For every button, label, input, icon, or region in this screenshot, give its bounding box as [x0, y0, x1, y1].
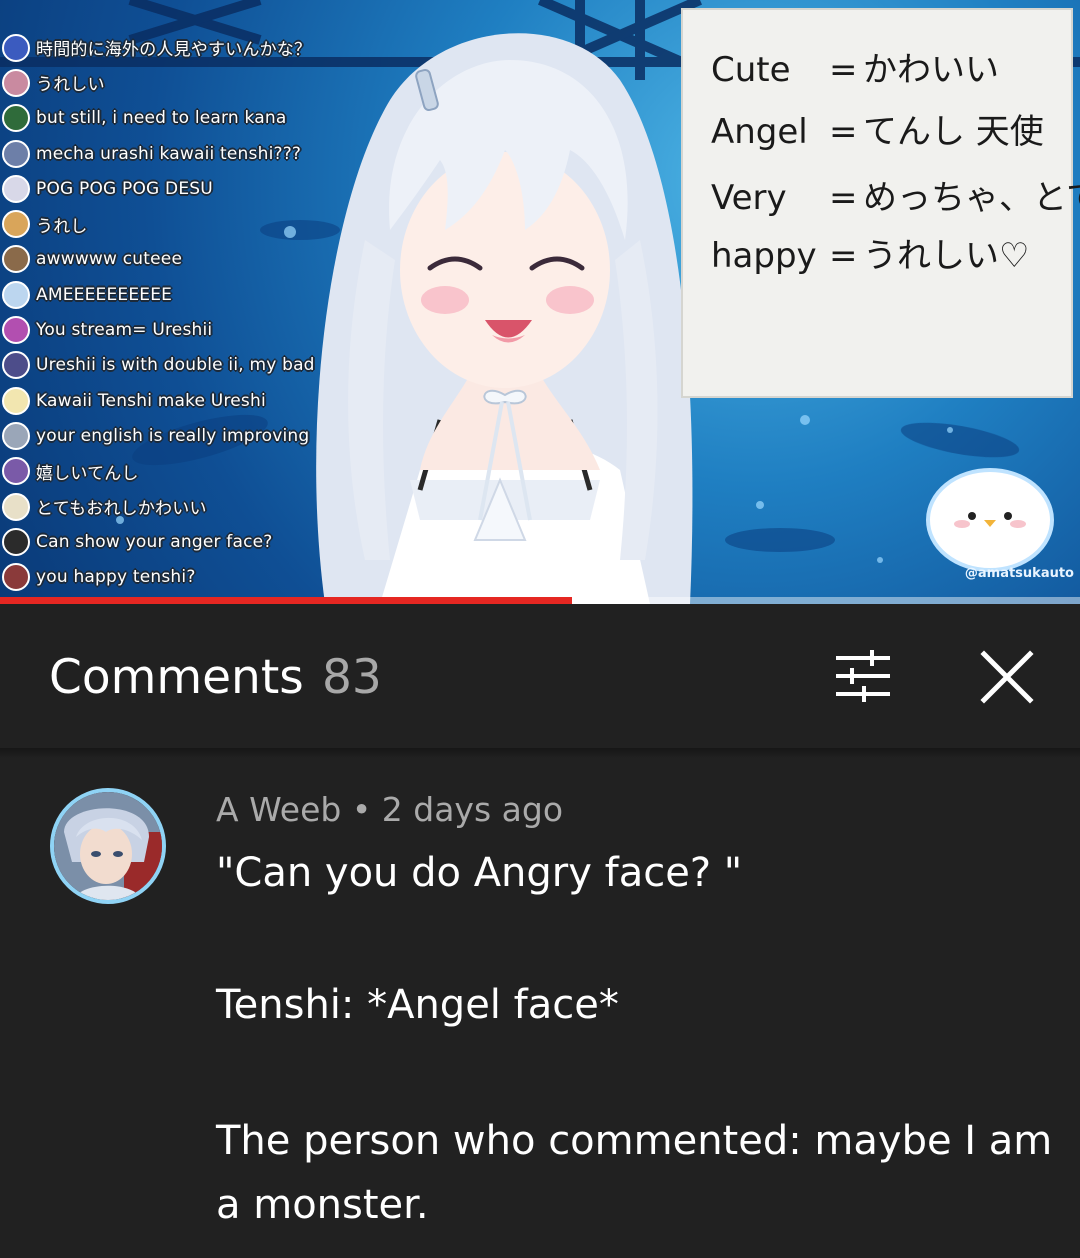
comment-item[interactable]: A Weeb • 2 days ago "Can you do Angry fa… — [0, 758, 1080, 1258]
whiteboard-line: Cute = かわいい — [711, 42, 999, 91]
chat-message: Ureshii is with double ii, my bad — [2, 348, 362, 383]
whiteboard-line: Angel = てんし 天使 — [711, 104, 1044, 153]
chat-avatar — [2, 104, 30, 133]
comment-text-line: The person who commented: maybe I am — [216, 1118, 1053, 1164]
video-progress-bar[interactable] — [0, 597, 1080, 604]
comment-text-line: Tenshi: *Angel face* — [216, 982, 619, 1028]
chat-message: You stream= Ureshii — [2, 312, 362, 347]
chat-message: Can show your anger face? — [2, 524, 362, 559]
equals-sign: = — [829, 178, 858, 218]
chat-avatar — [2, 386, 30, 415]
chat-message-text: AMEEEEEEEEEE — [36, 284, 173, 305]
chat-message-text: うれし — [36, 216, 88, 237]
whiteboard-term: happy — [711, 236, 817, 276]
whiteboard-meaning: かわいい — [863, 50, 999, 90]
chat-avatar — [2, 210, 30, 239]
chat-message: とてもおれしかわいい — [2, 489, 362, 524]
equals-sign: = — [829, 50, 858, 90]
mascot-bird-icon — [926, 468, 1054, 572]
comment-author[interactable]: A Weeb — [216, 790, 341, 829]
whiteboard-line: Very =めっちゃ、とても — [711, 170, 1080, 219]
close-icon — [980, 650, 1034, 704]
sort-filter-icon — [836, 650, 890, 702]
chat-avatar — [2, 421, 30, 450]
chat-message-text: とてもおれしかわいい — [36, 499, 207, 519]
chat-message: 時間的に海外の人見やすいんかな？ — [2, 30, 362, 65]
chat-avatar — [2, 457, 30, 486]
chat-avatar — [2, 139, 30, 168]
chat-message: 嬉しいてんし — [2, 454, 362, 489]
chat-message-text: mecha urashi kawaii tenshi??? — [36, 143, 302, 164]
whiteboard-meaning: てんし 天使 — [863, 112, 1044, 152]
meta-separator: • — [341, 790, 382, 829]
comment-text-line: a monster. — [216, 1182, 429, 1228]
whiteboard-meaning: うれしい♡ — [863, 236, 1030, 276]
comment-time: 2 days ago — [381, 790, 564, 829]
chat-message: your english is really improving — [2, 418, 362, 453]
header-divider — [0, 748, 1080, 758]
chat-message: POG POG POG DESU — [2, 171, 362, 206]
chat-avatar — [2, 492, 30, 521]
video-player[interactable]: 時間的に海外の人見やすいんかな？ うれしい but still, i need … — [0, 0, 1080, 604]
chat-avatar — [2, 174, 30, 203]
comments-count: 83 — [322, 650, 382, 705]
close-comments-button[interactable] — [972, 642, 1042, 712]
chat-message-text: POG POG POG DESU — [36, 178, 213, 199]
avatar-anime-icon — [54, 792, 162, 900]
whiteboard-meaning: めっちゃ、とても — [863, 178, 1080, 218]
chat-message-text: Ureshii is with double ii, my bad — [36, 355, 315, 376]
chat-message: AMEEEEEEEEEE — [2, 277, 362, 312]
chat-message-text: You stream= Ureshii — [36, 320, 213, 341]
chat-message: mecha urashi kawaii tenshi??? — [2, 136, 362, 171]
chat-avatar — [2, 68, 30, 97]
whiteboard-term: Cute — [711, 50, 791, 90]
chat-message-text: your english is really improving — [36, 425, 310, 446]
chat-message: you happy tenshi? — [2, 559, 362, 594]
whiteboard-term: Angel — [711, 112, 808, 152]
chat-message-text: 時間的に海外の人見やすいんかな？ — [36, 40, 312, 61]
chat-avatar — [2, 33, 30, 62]
sort-comments-button[interactable] — [828, 644, 898, 708]
chat-message-text: うれしい — [36, 75, 105, 96]
comment-text-line: "Can you do Angry face? " — [216, 850, 743, 896]
comments-header: Comments 83 — [0, 604, 1080, 748]
live-chat-overlay: 時間的に海外の人見やすいんかな？ うれしい but still, i need … — [2, 30, 362, 595]
channel-watermark: @amatsukauto — [964, 566, 1074, 581]
chat-message-text: you happy tenshi? — [36, 567, 196, 588]
chat-message-text: Can show your anger face? — [36, 531, 273, 552]
chat-avatar — [2, 351, 30, 380]
chat-message-text: but still, i need to learn kana — [36, 108, 287, 129]
whiteboard-term: Very — [711, 178, 787, 218]
chat-message: but still, i need to learn kana — [2, 101, 362, 136]
commenter-avatar[interactable] — [50, 788, 166, 904]
chat-avatar — [2, 563, 30, 592]
chat-message: うれし — [2, 206, 362, 241]
chat-message: awwwww cuteee — [2, 242, 362, 277]
chat-avatar — [2, 280, 30, 309]
video-progress-fill — [0, 597, 573, 604]
equals-sign: = — [829, 236, 858, 276]
comment-meta: A Weeb • 2 days ago — [216, 790, 563, 829]
chat-message-text: 嬉しいてんし — [36, 463, 139, 484]
whiteboard: Cute=かわいい Angel=てんし 天使 Very=めっちゃ、とても hap… — [681, 8, 1080, 398]
equals-sign: = — [829, 112, 858, 152]
comments-title: Comments — [49, 650, 304, 705]
chat-message: Kawaii Tenshi make Ureshi — [2, 383, 362, 418]
whiteboard-line: happy = うれしい♡ — [711, 228, 1029, 277]
chat-message-text: awwwww cuteee — [36, 249, 183, 270]
chat-avatar — [2, 316, 30, 345]
chat-message: うれしい — [2, 65, 362, 100]
chat-avatar — [2, 245, 30, 274]
chat-avatar — [2, 527, 30, 556]
chat-message-text: Kawaii Tenshi make Ureshi — [36, 390, 266, 411]
